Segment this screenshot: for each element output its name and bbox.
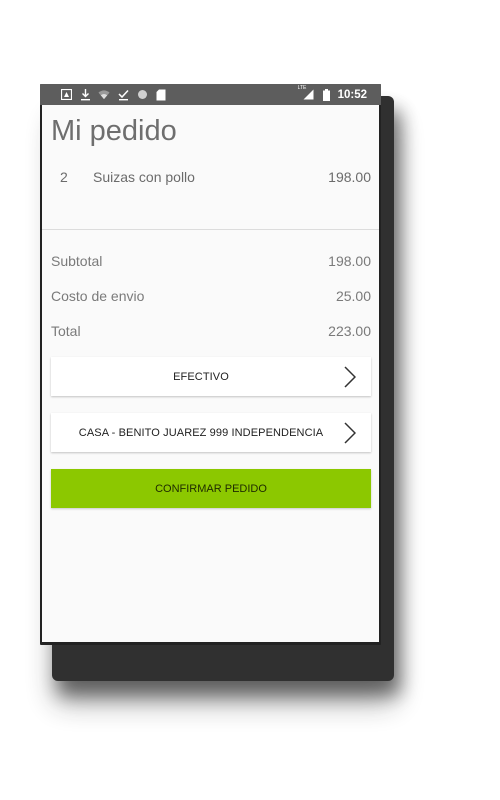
total-label: Total <box>51 323 81 339</box>
order-item-name: Suizas con pollo <box>93 169 195 185</box>
notification-icon <box>60 89 72 101</box>
payment-method-button[interactable]: EFECTIVO <box>51 357 371 396</box>
page-title: Mi pedido <box>51 115 177 147</box>
divider <box>42 229 379 230</box>
shipping-value: 25.00 <box>335 288 371 304</box>
phone-frame: LTE 10:52 Mi pedido 2 Suizas con pollo 1… <box>40 84 381 645</box>
chevron-right-icon <box>335 413 365 452</box>
status-time: 10:52 <box>337 88 367 101</box>
delivery-address-label: CASA - BENITO JUAREZ 999 INDEPENDENCIA <box>78 426 324 439</box>
check-download-icon <box>117 89 129 101</box>
circle-icon <box>136 89 148 101</box>
status-right-icons: LTE 10:52 <box>297 84 381 101</box>
delivery-address-button[interactable]: CASA - BENITO JUAREZ 999 INDEPENDENCIA <box>51 413 371 452</box>
order-item-price: 198.00 <box>328 169 371 185</box>
order-item-row[interactable]: 2 Suizas con pollo 198.00 <box>51 169 371 187</box>
sd-card-icon <box>155 89 167 101</box>
payment-method-label: EFECTIVO <box>173 370 229 383</box>
network-label: LTE <box>297 84 307 91</box>
total-value: 223.00 <box>328 323 371 339</box>
status-bar: LTE 10:52 <box>40 84 381 105</box>
wifi-icon <box>98 89 110 101</box>
confirm-order-button[interactable]: CONFIRMAR PEDIDO <box>51 469 371 508</box>
chevron-right-icon <box>335 357 365 396</box>
battery-icon <box>321 88 333 101</box>
status-left-icons <box>40 88 167 101</box>
subtotal-value: 198.00 <box>328 253 371 269</box>
order-item-qty: 2 <box>60 169 68 185</box>
signal-icon: LTE <box>297 84 316 101</box>
subtotal-label: Subtotal <box>51 253 103 269</box>
download-icon <box>79 88 91 101</box>
order-screen: Mi pedido 2 Suizas con pollo 198.00 Subt… <box>42 105 379 642</box>
shipping-label: Costo de envio <box>51 288 145 304</box>
